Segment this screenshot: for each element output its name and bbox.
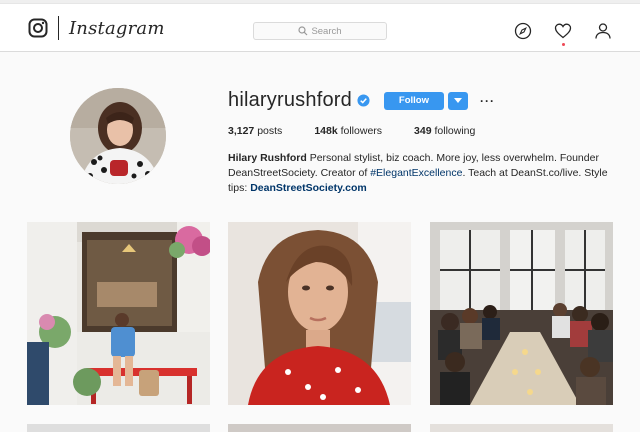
- search-icon: [298, 26, 308, 36]
- caret-down-icon: [453, 97, 462, 103]
- posts-count: 3,127: [228, 125, 255, 137]
- post-image: [228, 222, 411, 405]
- following-stat[interactable]: 349 following: [414, 125, 475, 137]
- instagram-camera-icon[interactable]: [28, 18, 48, 38]
- profile-avatar[interactable]: [70, 88, 166, 184]
- followers-stat[interactable]: 148k followers: [314, 125, 382, 137]
- heart-icon: [554, 23, 572, 39]
- top-nav: Instagram Search: [0, 4, 640, 52]
- following-count: 349: [414, 125, 432, 137]
- search-input[interactable]: Search: [253, 22, 387, 40]
- posts-stat: 3,127 posts: [228, 125, 282, 137]
- activity-button[interactable]: [554, 22, 572, 46]
- verified-badge-icon: [357, 94, 370, 107]
- bio-hashtag-link[interactable]: #ElegantExcellence: [370, 167, 462, 179]
- posts-label: posts: [257, 125, 283, 137]
- post-image: [27, 222, 210, 405]
- post-thumbnail[interactable]: [430, 222, 613, 405]
- user-icon[interactable]: [594, 22, 612, 40]
- post-image: [430, 222, 613, 405]
- following-label: following: [434, 125, 476, 137]
- more-options-button[interactable]: ···: [480, 94, 495, 108]
- search-placeholder: Search: [311, 25, 342, 37]
- profile-full-name: Hilary Rushford: [228, 152, 307, 164]
- profile-header: hilaryrushford Follow ··· 3,127 posts 14…: [0, 53, 640, 213]
- followers-label: followers: [340, 125, 383, 137]
- followers-count: 148k: [314, 125, 338, 137]
- profile-stats: 3,127 posts 148k followers 349 following: [228, 125, 507, 137]
- post-thumbnail[interactable]: [27, 222, 210, 405]
- avatar-photo: [70, 88, 166, 184]
- follow-button[interactable]: Follow: [383, 91, 444, 110]
- compass-icon[interactable]: [514, 22, 532, 40]
- profile-username: hilaryrushford: [228, 89, 352, 111]
- notification-dot: [562, 43, 565, 46]
- bio-website-link[interactable]: DeanStreetSociety.com: [250, 182, 367, 194]
- suggestions-dropdown-button[interactable]: [447, 91, 468, 110]
- profile-bio: Hilary Rushford Personal stylist, biz co…: [228, 151, 618, 196]
- logo[interactable]: Instagram: [28, 16, 165, 40]
- post-thumbnail[interactable]: [228, 222, 411, 405]
- instagram-wordmark[interactable]: Instagram: [69, 18, 165, 39]
- logo-divider: [58, 16, 59, 40]
